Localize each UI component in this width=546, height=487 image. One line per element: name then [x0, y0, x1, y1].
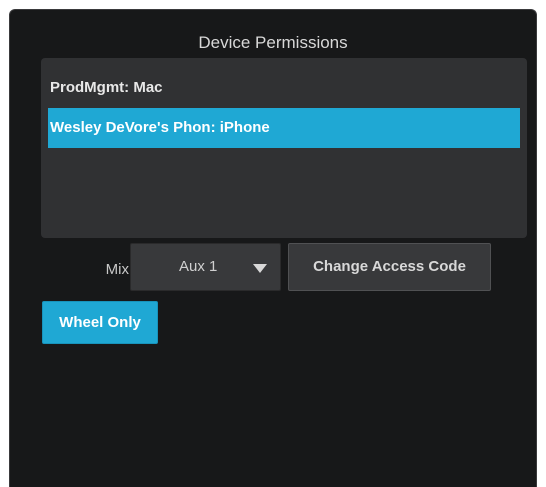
device-list-item[interactable]: ProdMgmt: Mac — [48, 68, 520, 108]
device-list-item-selected[interactable]: Wesley DeVore's Phon: iPhone — [48, 108, 520, 148]
device-list[interactable]: ProdMgmt: Mac Wesley DeVore's Phon: iPho… — [41, 58, 527, 238]
change-access-code-button[interactable]: Change Access Code — [288, 243, 491, 291]
dialog-title: Device Permissions — [198, 33, 348, 52]
mix-dropdown[interactable]: Aux 1 — [130, 243, 281, 291]
device-permissions-window: Device Permissions ProdMgmt: Mac Wesley … — [9, 9, 537, 487]
triangle-down-icon — [253, 264, 267, 273]
mix-selected-value: Aux 1 — [179, 258, 218, 275]
wheel-only-button[interactable]: Wheel Only — [42, 301, 158, 344]
mix-label: Mix — [105, 261, 129, 278]
